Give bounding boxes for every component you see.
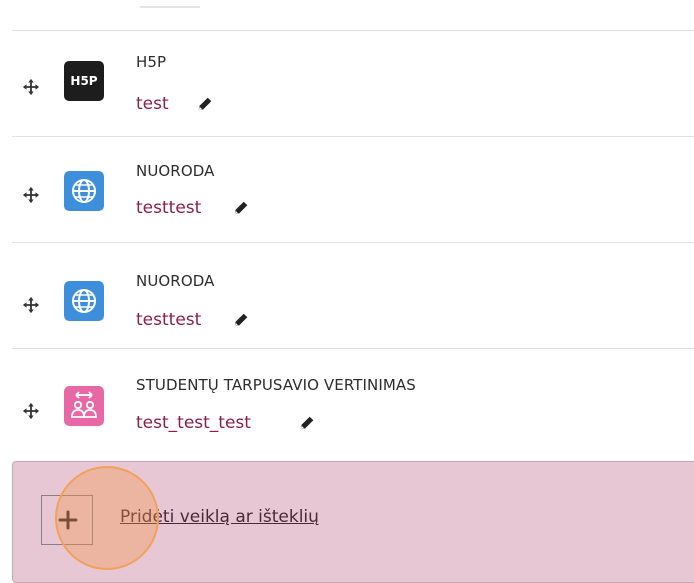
edit-pencil-icon[interactable] [196,95,214,113]
edit-pencil-icon[interactable] [232,199,250,217]
activity-name-link[interactable]: test_test_test [136,413,251,433]
activity-row[interactable]: H5P H5P test [12,30,694,137]
move-icon[interactable] [22,296,40,314]
add-activity-link[interactable]: Pridėti veiklą ar išteklių [120,507,319,527]
add-activity-button[interactable] [41,495,93,545]
h5p-icon: H5P [64,61,104,101]
h5p-logo-text: H5P [70,74,98,88]
activity-name-link[interactable]: test [136,94,169,114]
globe-icon [64,171,104,211]
activity-row[interactable]: NUORODA testtest [12,242,694,349]
activity-type: H5P [136,53,167,71]
activity-type: STUDENTŲ TARPUSAVIO VERTINIMAS [136,376,416,394]
move-icon[interactable] [22,78,40,96]
edit-pencil-icon[interactable] [298,414,316,432]
move-icon[interactable] [22,402,40,420]
add-activity-area[interactable]: Pridėti veiklą ar išteklių [12,461,694,583]
activity-row[interactable]: NUORODA testtest [12,136,694,243]
peer-assessment-icon [64,386,104,426]
activity-name-link[interactable]: testtest [136,310,201,330]
activity-name-link[interactable]: testtest [136,198,201,218]
move-icon[interactable] [22,186,40,204]
activity-row[interactable]: STUDENTŲ TARPUSAVIO VERTINIMAS test_test… [12,348,694,459]
plus-icon [58,510,78,530]
partial-item-top [140,0,200,8]
edit-pencil-icon[interactable] [232,311,250,329]
activity-type: NUORODA [136,272,215,290]
globe-icon [64,281,104,321]
activity-type: NUORODA [136,162,215,180]
